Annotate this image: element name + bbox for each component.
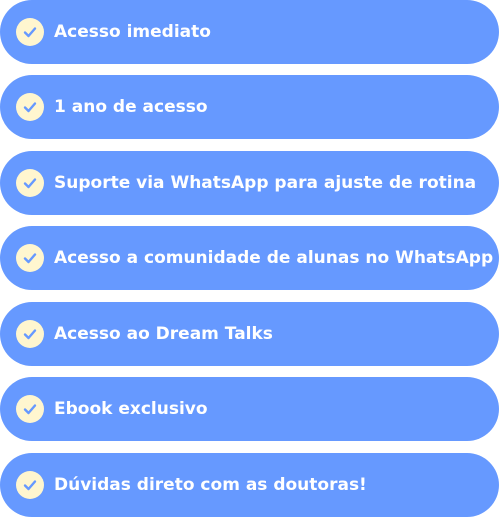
benefit-label: Acesso ao Dream Talks [54,324,273,344]
benefit-list: Acesso imediato 1 ano de acesso Suporte … [0,0,499,517]
check-icon [16,471,44,499]
check-icon [16,93,44,121]
benefit-item-suporte-whatsapp: Suporte via WhatsApp para ajuste de roti… [0,151,499,215]
check-icon [16,320,44,348]
benefit-label: 1 ano de acesso [54,97,208,117]
benefit-label: Dúvidas direto com as doutoras! [54,475,367,495]
benefit-item-dream-talks: Acesso ao Dream Talks [0,302,499,366]
benefit-item-duvidas-doutoras: Dúvidas direto com as doutoras! [0,453,499,517]
benefit-label: Acesso a comunidade de alunas no WhatsAp… [54,248,494,268]
benefit-label: Acesso imediato [54,22,211,42]
benefit-label: Suporte via WhatsApp para ajuste de roti… [54,173,477,193]
check-icon [16,244,44,272]
check-icon [16,395,44,423]
check-icon [16,18,44,46]
benefit-item-ebook-exclusivo: Ebook exclusivo [0,377,499,441]
benefit-item-acesso-imediato: Acesso imediato [0,0,499,64]
benefit-label: Ebook exclusivo [54,399,208,419]
benefit-item-comunidade-alunas: Acesso a comunidade de alunas no WhatsAp… [0,226,499,290]
benefit-item-ano-de-acesso: 1 ano de acesso [0,75,499,139]
check-icon [16,169,44,197]
